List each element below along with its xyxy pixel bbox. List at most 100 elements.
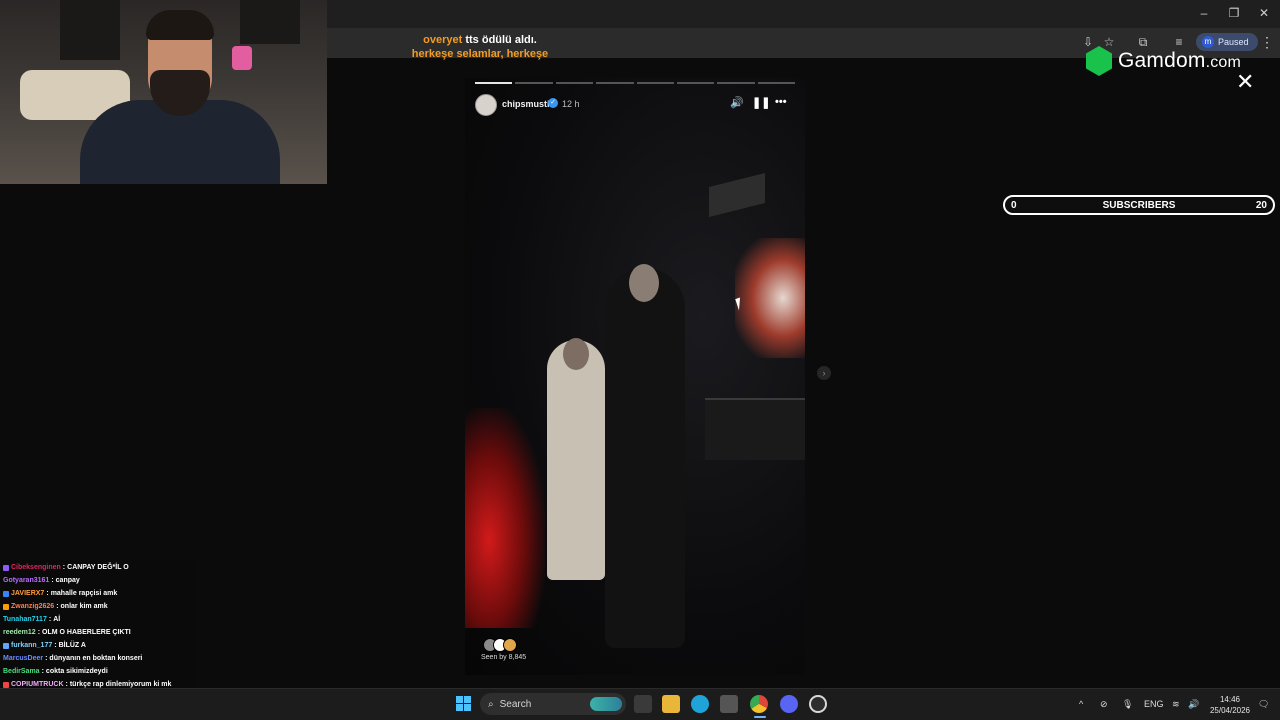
chat-separator: : bbox=[41, 668, 44, 675]
chat-separator: : bbox=[48, 616, 52, 623]
progress-segment bbox=[636, 82, 674, 84]
obs-icon[interactable] bbox=[809, 695, 827, 713]
story-progress bbox=[475, 82, 795, 84]
more-icon[interactable]: ••• bbox=[775, 96, 787, 108]
chat-username[interactable]: furkann_177 bbox=[11, 642, 52, 649]
chat-text: BİLÜZ A bbox=[58, 642, 86, 649]
restore-button[interactable]: ❐ bbox=[1224, 6, 1244, 20]
chat-username[interactable]: MarcusDeer bbox=[3, 655, 43, 662]
pause-icon[interactable]: ❚❚ bbox=[752, 96, 770, 109]
chat-badge-icon bbox=[3, 603, 9, 610]
tray-app-icon[interactable]: ⊘ bbox=[1100, 699, 1108, 710]
alert-message: tts ödülü aldı. bbox=[465, 34, 537, 46]
chat-text: mahalle rapçisi amk bbox=[50, 590, 118, 597]
chat-separator: : bbox=[37, 629, 41, 636]
speaker-icon[interactable]: 🔊 bbox=[730, 96, 744, 109]
chat-text: onlar kim amk bbox=[60, 603, 108, 610]
chat-username[interactable]: Gotyaran3161 bbox=[3, 577, 49, 584]
chat-username[interactable]: Zwanzig2626 bbox=[11, 603, 54, 610]
wall-panel bbox=[240, 0, 300, 44]
progress-segment bbox=[555, 82, 594, 84]
chat-separator: : bbox=[56, 603, 59, 610]
chat-separator: : bbox=[65, 681, 68, 688]
task-view-icon[interactable] bbox=[634, 695, 652, 713]
clock-time: 14:46 bbox=[1219, 695, 1241, 704]
story-age: 12 h bbox=[562, 99, 580, 109]
chat-message: Zwanzig2626 : onlar kim amk bbox=[3, 603, 108, 610]
chat-username[interactable]: reedem12 bbox=[3, 629, 36, 636]
chat-username[interactable]: BedirSama bbox=[3, 668, 40, 675]
chat-badge-icon bbox=[3, 681, 9, 688]
chat-text: dünyanın en boktan konseri bbox=[49, 655, 143, 662]
progress-segment bbox=[515, 82, 553, 84]
start-button[interactable] bbox=[455, 695, 473, 713]
goal-target: 20 bbox=[1255, 200, 1267, 211]
chat-text: canpay bbox=[55, 577, 80, 584]
notifications-icon[interactable]: 🗨 bbox=[1258, 699, 1269, 710]
search-placeholder: Search bbox=[499, 698, 532, 710]
volume-icon[interactable]: 🔊 bbox=[1188, 699, 1199, 710]
edge-icon[interactable] bbox=[691, 695, 709, 713]
stage-screen bbox=[735, 238, 805, 358]
subscribers-goal-bar: 0 SUBSCRIBERS 20 bbox=[1003, 195, 1275, 215]
chat-text: OLM O HABERLERE ÇIKTI bbox=[42, 629, 131, 636]
taskbar-search[interactable]: ⌕ Search bbox=[480, 693, 626, 715]
chat-message: MarcusDeer : dünyanın en boktan konseri bbox=[3, 655, 142, 662]
chat-text: cokta sikimizdeydi bbox=[45, 668, 108, 675]
search-icon: ⌕ bbox=[488, 698, 494, 710]
chat-text: Aİ bbox=[53, 616, 61, 623]
verified-badge-icon: ✓ bbox=[548, 98, 558, 108]
language-indicator[interactable]: ENG bbox=[1144, 699, 1164, 709]
story-username[interactable]: chipsmusti bbox=[502, 99, 550, 109]
microphone-icon[interactable]: 🎙 bbox=[1122, 699, 1133, 710]
chat-username[interactable]: COPIUMTRUCK bbox=[11, 681, 64, 688]
tray-chevron-icon[interactable]: ^ bbox=[1079, 699, 1083, 709]
chat-message: COPIUMTRUCK : türkçe rap dinlemiyorum ki… bbox=[3, 681, 171, 688]
story-viewer[interactable]: chipsmusti ✓ 12 h 🔊 ❚❚ ••• Seen by 8,845 bbox=[465, 78, 805, 675]
minimize-button[interactable]: – bbox=[1194, 6, 1214, 20]
chat-separator: : bbox=[54, 642, 57, 649]
wifi-icon[interactable]: ≋ bbox=[1172, 699, 1180, 710]
next-story-button[interactable]: › bbox=[817, 366, 831, 380]
chat-message: Cibeksenginen : CANPAY DEĞ*İL O bbox=[3, 564, 129, 571]
browser-menu-icon[interactable]: ⋮ bbox=[1260, 34, 1274, 51]
chat-message: BedirSama : cokta sikimizdeydi bbox=[3, 668, 108, 675]
file-explorer-icon[interactable] bbox=[662, 695, 680, 713]
system-clock[interactable]: 14:46 25/04/2026 bbox=[1206, 694, 1254, 716]
seen-by-count[interactable]: Seen by 8,845 bbox=[481, 654, 526, 661]
search-highlight-icon bbox=[590, 697, 622, 711]
store-icon[interactable] bbox=[720, 695, 738, 713]
ceiling-vent bbox=[709, 173, 765, 217]
chat-username[interactable]: JAVIERX7 bbox=[11, 590, 44, 597]
chat-message: furkann_177 : BİLÜZ A bbox=[3, 642, 86, 649]
person-white-jacket bbox=[547, 338, 605, 580]
pink-figure bbox=[232, 46, 252, 70]
chat-text: CANPAY DEĞ*İL O bbox=[67, 564, 129, 571]
chat-text: türkçe rap dinlemiyorum ki mk bbox=[69, 681, 172, 688]
gamdom-logo-icon bbox=[1086, 46, 1112, 76]
progress-segment bbox=[676, 82, 715, 84]
chrome-icon[interactable] bbox=[750, 695, 768, 713]
streamer-hair bbox=[146, 10, 214, 40]
progress-segment bbox=[596, 82, 634, 84]
close-icon[interactable]: ✕ bbox=[1236, 71, 1254, 93]
close-window-button[interactable]: ✕ bbox=[1254, 6, 1274, 20]
chat-username[interactable]: Tunahan7117 bbox=[3, 616, 47, 623]
goal-label: SUBSCRIBERS bbox=[1102, 200, 1176, 211]
chat-separator: : bbox=[62, 564, 66, 571]
active-app-indicator bbox=[754, 716, 766, 718]
chat-username[interactable]: Cibeksenginen bbox=[11, 564, 61, 571]
wall-panel bbox=[60, 0, 120, 60]
chat-separator: : bbox=[46, 590, 49, 597]
chat-badge-icon bbox=[3, 590, 9, 597]
chat-separator: : bbox=[45, 655, 48, 662]
viewer-avatars[interactable] bbox=[483, 638, 519, 652]
discord-icon[interactable] bbox=[780, 695, 798, 713]
story-avatar[interactable] bbox=[475, 94, 497, 116]
dj-booth bbox=[705, 398, 805, 460]
person-tracksuit bbox=[605, 264, 685, 648]
gamdom-sponsor: Gamdom.com bbox=[1086, 46, 1241, 76]
webcam-overlay bbox=[0, 0, 327, 184]
chat-message: reedem12 : OLM O HABERLERE ÇIKTI bbox=[3, 629, 131, 636]
chat-separator: : bbox=[51, 577, 54, 584]
